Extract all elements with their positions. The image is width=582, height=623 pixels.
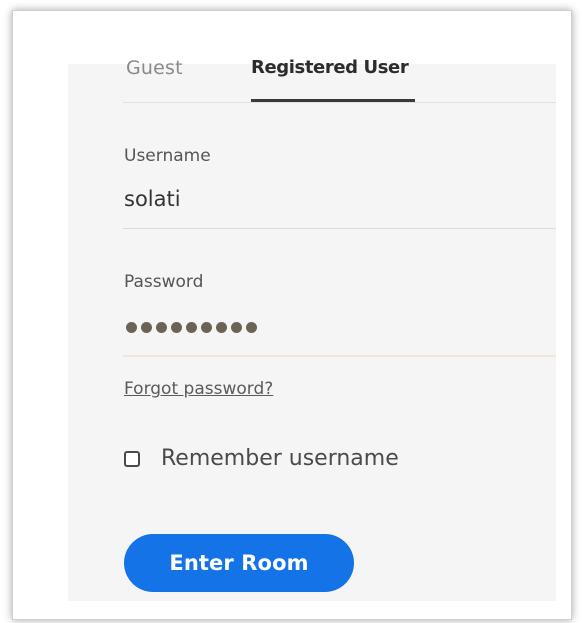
password-label: Password — [124, 272, 204, 292]
remember-username-label: Remember username — [161, 446, 399, 471]
tab-guest[interactable]: Guest — [126, 58, 183, 78]
password-mask-dot — [126, 322, 137, 333]
username-field[interactable]: solati — [124, 187, 181, 211]
password-mask-dot — [171, 322, 182, 333]
enter-room-button[interactable]: Enter Room — [124, 534, 354, 592]
password-mask-dot — [141, 322, 152, 333]
password-field[interactable] — [126, 322, 257, 336]
password-mask-dot — [156, 322, 167, 333]
tab-registered-user[interactable]: Registered User — [251, 58, 409, 78]
password-mask-dot — [186, 322, 197, 333]
remember-username-option[interactable]: Remember username — [124, 446, 399, 471]
password-mask-dot — [216, 322, 227, 333]
forgot-password-link[interactable]: Forgot password? — [124, 379, 273, 399]
password-mask-dot — [201, 322, 212, 333]
password-mask-dot — [246, 322, 257, 333]
username-label: Username — [124, 146, 211, 166]
login-dialog-frame: Guest Registered User Username solati Pa… — [12, 10, 572, 620]
username-field-underline — [123, 228, 556, 229]
login-panel: Guest Registered User Username solati Pa… — [68, 58, 556, 601]
remember-username-checkbox[interactable] — [124, 450, 140, 467]
tabs-divider — [123, 102, 556, 103]
password-mask-dot — [231, 322, 242, 333]
password-field-underline — [123, 355, 556, 357]
